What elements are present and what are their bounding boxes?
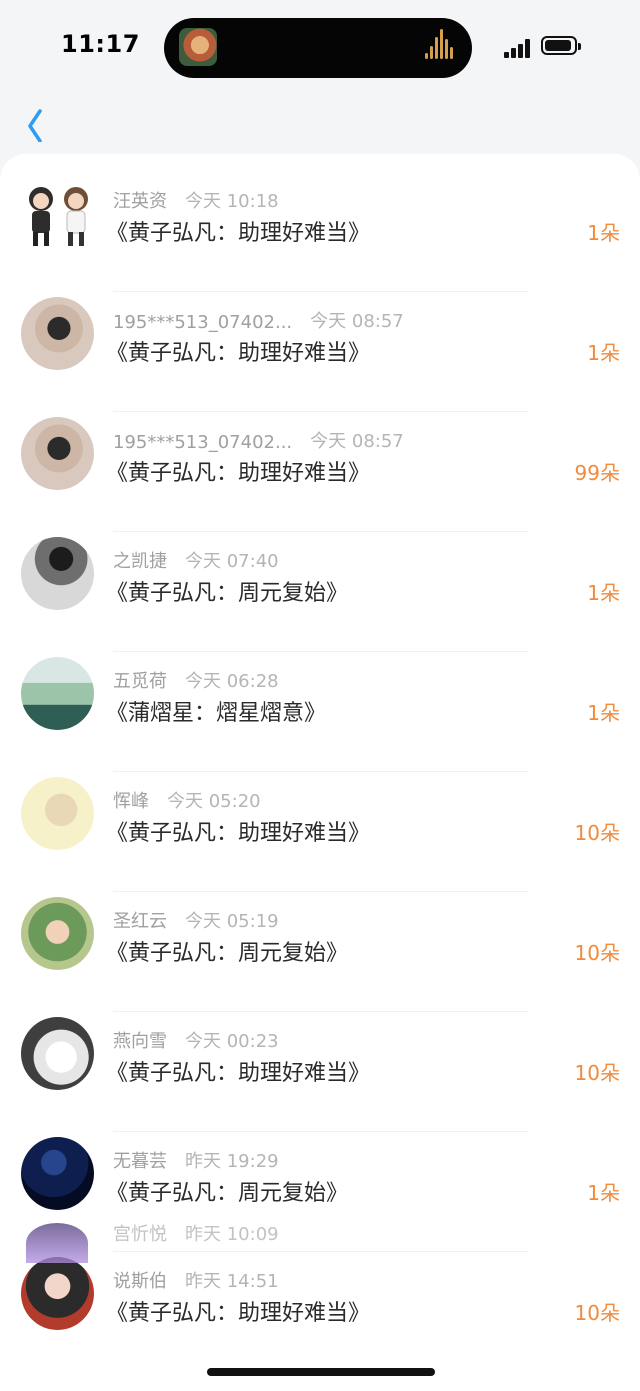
cartoon-couple-avatar <box>29 187 88 246</box>
battery-icon <box>541 36 581 55</box>
flower-count: 99朵 <box>574 461 620 485</box>
list-item[interactable]: 195***513_07402... 今天 08:57 《黄子弘凡：助理好难当》 … <box>0 412 640 532</box>
avatar[interactable] <box>26 1223 88 1263</box>
work-title[interactable]: 《蒲熠星：熠星熠意》 <box>106 695 326 727</box>
sender-name: 五觅荷 <box>113 671 167 692</box>
avatar[interactable] <box>21 1137 94 1210</box>
gift-record-list: 汪英资 今天 10:18 《黄子弘凡：助理好难当》 1朵 195***513_07… <box>0 154 640 1391</box>
timestamp: 今天 10:18 <box>185 191 279 212</box>
battery-fill <box>545 40 571 51</box>
flower-count: 1朵 <box>587 221 620 245</box>
work-title[interactable]: 《黄子弘凡：助理好难当》 <box>106 335 370 367</box>
timestamp: 昨天 14:51 <box>185 1271 279 1292</box>
list-item[interactable]: 195***513_07402... 今天 08:57 《黄子弘凡：助理好难当》 … <box>0 292 640 412</box>
work-title[interactable]: 《黄子弘凡：周元复始》 <box>106 935 348 967</box>
timestamp: 今天 05:20 <box>167 791 261 812</box>
timestamp: 今天 08:57 <box>310 311 404 332</box>
avatar[interactable] <box>21 177 94 250</box>
sender-name: 圣红云 <box>113 911 167 932</box>
timestamp: 昨天 10:09 <box>185 1224 279 1245</box>
work-title[interactable]: 《黄子弘凡：助理好难当》 <box>106 215 370 247</box>
flower-count: 10朵 <box>574 821 620 845</box>
sender-name: 之凯捷 <box>113 551 167 572</box>
work-title[interactable]: 《黄子弘凡：周元复始》 <box>106 1175 348 1207</box>
cellular-signal-icon <box>504 38 534 58</box>
sender-meta: 燕向雪 今天 00:23 <box>113 1027 493 1055</box>
partial-list-item-meta: 宫忻悦 昨天 10:09 <box>113 1220 279 1246</box>
sender-meta: 无暮芸 昨天 19:29 <box>113 1147 493 1175</box>
status-bar: 11:17 <box>0 0 640 90</box>
avatar[interactable] <box>21 657 94 730</box>
avatar[interactable] <box>21 1257 94 1330</box>
sender-meta: 圣红云 今天 05:19 <box>113 907 493 935</box>
back-button[interactable] <box>20 98 56 143</box>
work-title[interactable]: 《黄子弘凡：助理好难当》 <box>106 1055 370 1087</box>
flower-count: 1朵 <box>587 1181 620 1205</box>
sender-meta: 说斯伯 昨天 14:51 <box>113 1267 493 1295</box>
flower-count: 1朵 <box>587 341 620 365</box>
sender-name: 恽峰 <box>113 791 149 812</box>
sender-name: 无暮芸 <box>113 1151 167 1172</box>
timestamp: 今天 08:57 <box>310 431 404 452</box>
dynamic-island[interactable] <box>164 18 472 78</box>
sender-meta: 之凯捷 今天 07:40 <box>113 547 493 575</box>
list-item[interactable]: 说斯伯 昨天 14:51 《黄子弘凡：助理好难当》 10朵 <box>0 1252 640 1372</box>
sender-meta: 195***513_07402... 今天 08:57 <box>113 427 493 455</box>
avatar[interactable] <box>21 897 94 970</box>
sender-meta: 五觅荷 今天 06:28 <box>113 667 493 695</box>
avatar[interactable] <box>21 297 94 370</box>
chevron-left-icon <box>28 109 42 143</box>
sender-name: 汪英资 <box>113 191 167 212</box>
flower-count: 10朵 <box>574 1301 620 1325</box>
list-item[interactable]: 无暮芸 昨天 19:29 《黄子弘凡：周元复始》 1朵 <box>0 1132 640 1252</box>
flower-count: 1朵 <box>587 581 620 605</box>
list-item[interactable]: 之凯捷 今天 07:40 《黄子弘凡：周元复始》 1朵 <box>0 532 640 652</box>
sender-name: 说斯伯 <box>113 1271 167 1292</box>
flower-count: 10朵 <box>574 941 620 965</box>
audio-wave-icon <box>424 29 456 64</box>
status-time: 11:17 <box>61 30 140 58</box>
sender-meta: 汪英资 今天 10:18 <box>113 187 493 215</box>
sender-name: 195***513_07402... <box>113 432 293 453</box>
sender-meta: 恽峰 今天 05:20 <box>113 787 493 815</box>
list-item[interactable]: 恽峰 今天 05:20 《黄子弘凡：助理好难当》 10朵 <box>0 772 640 892</box>
timestamp: 今天 00:23 <box>185 1031 279 1052</box>
sender-meta: 195***513_07402... 今天 08:57 <box>113 307 493 335</box>
work-title[interactable]: 《黄子弘凡：助理好难当》 <box>106 1295 370 1327</box>
work-title[interactable]: 《黄子弘凡：周元复始》 <box>106 575 348 607</box>
avatar[interactable] <box>21 1017 94 1090</box>
list-item[interactable]: 圣红云 今天 05:19 《黄子弘凡：周元复始》 10朵 <box>0 892 640 1012</box>
list-item[interactable]: 汪英资 今天 10:18 《黄子弘凡：助理好难当》 1朵 <box>0 172 640 292</box>
flower-count: 10朵 <box>574 1061 620 1085</box>
work-title[interactable]: 《黄子弘凡：助理好难当》 <box>106 455 370 487</box>
avatar[interactable] <box>21 777 94 850</box>
home-indicator[interactable] <box>207 1368 435 1376</box>
flower-count: 1朵 <box>587 701 620 725</box>
sender-name: 燕向雪 <box>113 1031 167 1052</box>
list-item[interactable]: 五觅荷 今天 06:28 《蒲熠星：熠星熠意》 1朵 <box>0 652 640 772</box>
sender-name: 195***513_07402... <box>113 312 293 333</box>
avatar[interactable] <box>21 537 94 610</box>
avatar[interactable] <box>21 417 94 490</box>
work-title[interactable]: 《黄子弘凡：助理好难当》 <box>106 815 370 847</box>
header-bar <box>0 90 640 154</box>
list-item[interactable]: 燕向雪 今天 00:23 《黄子弘凡：助理好难当》 10朵 <box>0 1012 640 1132</box>
timestamp: 今天 07:40 <box>185 551 279 572</box>
timestamp: 今天 06:28 <box>185 671 279 692</box>
now-playing-thumbnail[interactable] <box>179 28 217 66</box>
timestamp: 今天 05:19 <box>185 911 279 932</box>
timestamp: 昨天 19:29 <box>185 1151 279 1172</box>
sender-name: 宫忻悦 <box>113 1224 167 1245</box>
